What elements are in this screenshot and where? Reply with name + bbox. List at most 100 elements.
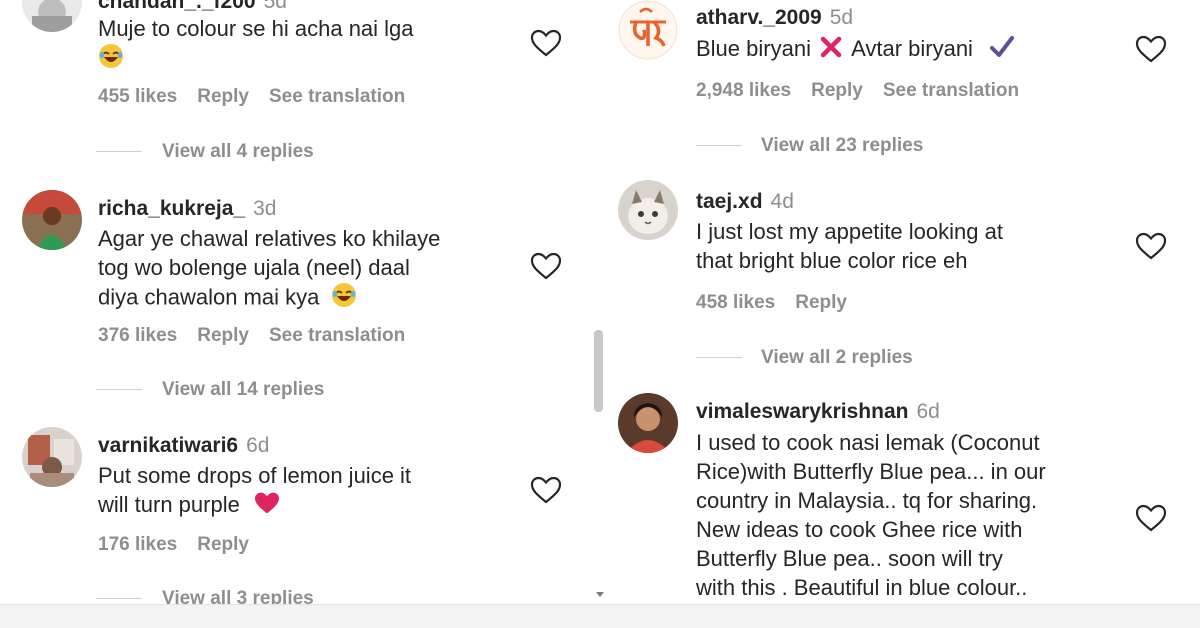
comment-line: diya chawalon mai kya (98, 284, 320, 310)
comment-line: Put some drops of lemon juice it (98, 463, 412, 488)
comment-line: Rice)with Butterfly Blue pea... in our (696, 459, 1046, 484)
comment-age: 3d (253, 197, 277, 220)
likes-count[interactable]: 458 likes (696, 292, 775, 313)
view-replies-link[interactable]: View all 23 replies (761, 135, 923, 157)
likes-count[interactable]: 455 likes (98, 86, 177, 107)
comment-age: 5d (829, 6, 854, 29)
comment-text: Blue biryani Avtar biryani (696, 34, 1015, 66)
comment-actions: 455 likes Reply See translation (98, 86, 425, 108)
replies-divider (96, 151, 142, 152)
replies-divider (696, 357, 742, 358)
avatar[interactable] (22, 0, 82, 32)
comment-line: Muje to colour se hi acha nai lga (98, 16, 414, 41)
comment-text: Agar ye chawal relatives ko khilaye tog … (98, 224, 440, 315)
comment-age: 6d (916, 400, 940, 423)
avatar[interactable] (618, 0, 678, 60)
username[interactable]: varnikatiwari6 (98, 434, 238, 457)
comment-header: varnikatiwari6 6d (98, 434, 269, 458)
comment-header: richa_kukreja_ 3d (98, 197, 276, 221)
likes-count[interactable]: 2,948 likes (696, 80, 791, 101)
reply-link[interactable]: Reply (197, 86, 249, 107)
laughing-emoji (98, 43, 124, 76)
username[interactable]: taej.xd (696, 190, 763, 213)
heart-outline-icon (1135, 504, 1167, 532)
comment-age: 6d (246, 434, 270, 457)
likes-count[interactable]: 176 likes (98, 534, 177, 555)
reply-link[interactable]: Reply (197, 534, 249, 555)
username[interactable]: vimaleswarykrishnan (696, 400, 908, 423)
like-button[interactable] (1135, 34, 1167, 64)
comment-line-emoji (98, 43, 414, 76)
comment-actions: 376 likes Reply See translation (98, 325, 425, 347)
comment-text: Muje to colour se hi acha nai lga (98, 14, 414, 76)
heart-outline-icon (1135, 232, 1167, 260)
comment-line: will turn purple (98, 492, 240, 517)
red-heart-emoji (254, 491, 280, 522)
scrollbar-thumb[interactable] (594, 330, 603, 412)
comment-text: Put some drops of lemon juice it will tu… (98, 461, 411, 522)
comment-line-with-emoji: diya chawalon mai kya (98, 282, 440, 315)
comment-text: I just lost my appetite looking at that … (696, 217, 1003, 275)
like-button[interactable] (530, 251, 562, 281)
avatar[interactable] (22, 190, 82, 250)
see-translation-link[interactable]: See translation (269, 325, 405, 346)
comment-header: chandan_._f200 5d (98, 0, 287, 14)
heart-outline-icon (530, 29, 562, 57)
heart-outline-icon (530, 476, 562, 504)
likes-count[interactable]: 376 likes (98, 325, 177, 346)
replies-divider (96, 598, 142, 599)
comment-line: tog wo bolenge ujala (neel) daal (98, 255, 410, 280)
see-translation-link[interactable]: See translation (883, 80, 1019, 101)
comment-header: taej.xd 4d (696, 190, 794, 214)
avatar[interactable] (22, 427, 82, 487)
laughing-emoji (331, 282, 357, 315)
scroll-down-arrow-icon[interactable] (596, 592, 604, 597)
purple-check-mark (989, 35, 1015, 66)
bottom-edge-strip (0, 604, 1200, 628)
view-replies-link[interactable]: View all 4 replies (162, 141, 314, 163)
comments-panel-right: atharv._2009 5d Blue biryani Avtar biryan… (606, 0, 1200, 604)
reply-link[interactable]: Reply (197, 325, 249, 346)
like-button[interactable] (1135, 503, 1167, 533)
comment-line: I used to cook nasi lemak (Coconut (696, 430, 1040, 455)
view-replies-link[interactable]: View all 3 replies (162, 588, 314, 604)
heart-outline-icon (1135, 35, 1167, 63)
view-replies-link[interactable]: View all 2 replies (761, 347, 913, 369)
comment-actions: 2,948 likes Reply See translation (696, 80, 1039, 102)
comment-actions: 176 likes Reply (98, 534, 269, 556)
reply-link[interactable]: Reply (795, 292, 847, 313)
comment-age: 5d (263, 0, 287, 13)
username[interactable]: chandan_._f200 (98, 0, 256, 13)
comment-line: Blue biryani (696, 36, 811, 61)
comment-text: I used to cook nasi lemak (Coconut Rice)… (696, 428, 1046, 602)
comment-line: with this . Beautiful in blue colour.. (696, 575, 1028, 600)
ram-calligraphy-logo (618, 0, 678, 60)
red-cross-mark (819, 35, 843, 66)
reply-link[interactable]: Reply (811, 80, 863, 101)
avatar[interactable] (618, 393, 678, 453)
see-translation-link[interactable]: See translation (269, 86, 405, 107)
username[interactable]: richa_kukreja_ (98, 197, 245, 220)
view-replies-link[interactable]: View all 14 replies (162, 379, 324, 401)
like-button[interactable] (530, 28, 562, 58)
replies-divider (96, 389, 142, 390)
avatar[interactable] (618, 180, 678, 240)
comment-header: vimaleswarykrishnan 6d (696, 400, 940, 424)
comment-line: Butterfly Blue pea.. soon will try (696, 546, 1003, 571)
comments-panel-left: chandan_._f200 5d Muje to colour se hi ac… (0, 0, 592, 604)
replies-divider (696, 145, 742, 146)
comment-age: 4d (770, 190, 794, 213)
comment-line: I just lost my appetite looking at (696, 219, 1003, 244)
comment-line: New ideas to cook Ghee rice with (696, 517, 1023, 542)
username[interactable]: atharv._2009 (696, 6, 822, 29)
comment-line-with-emoji: will turn purple (98, 490, 411, 522)
like-button[interactable] (530, 475, 562, 505)
comment-line: country in Malaysia.. tq for sharing. (696, 488, 1038, 513)
comment-actions: 458 likes Reply (696, 292, 867, 314)
comment-header: atharv._2009 5d (696, 6, 853, 30)
comment-line: Avtar biryani (851, 36, 973, 61)
comment-line: that bright blue color rice eh (696, 248, 968, 273)
like-button[interactable] (1135, 231, 1167, 261)
comment-line: Agar ye chawal relatives ko khilaye (98, 226, 441, 251)
heart-outline-icon (530, 252, 562, 280)
